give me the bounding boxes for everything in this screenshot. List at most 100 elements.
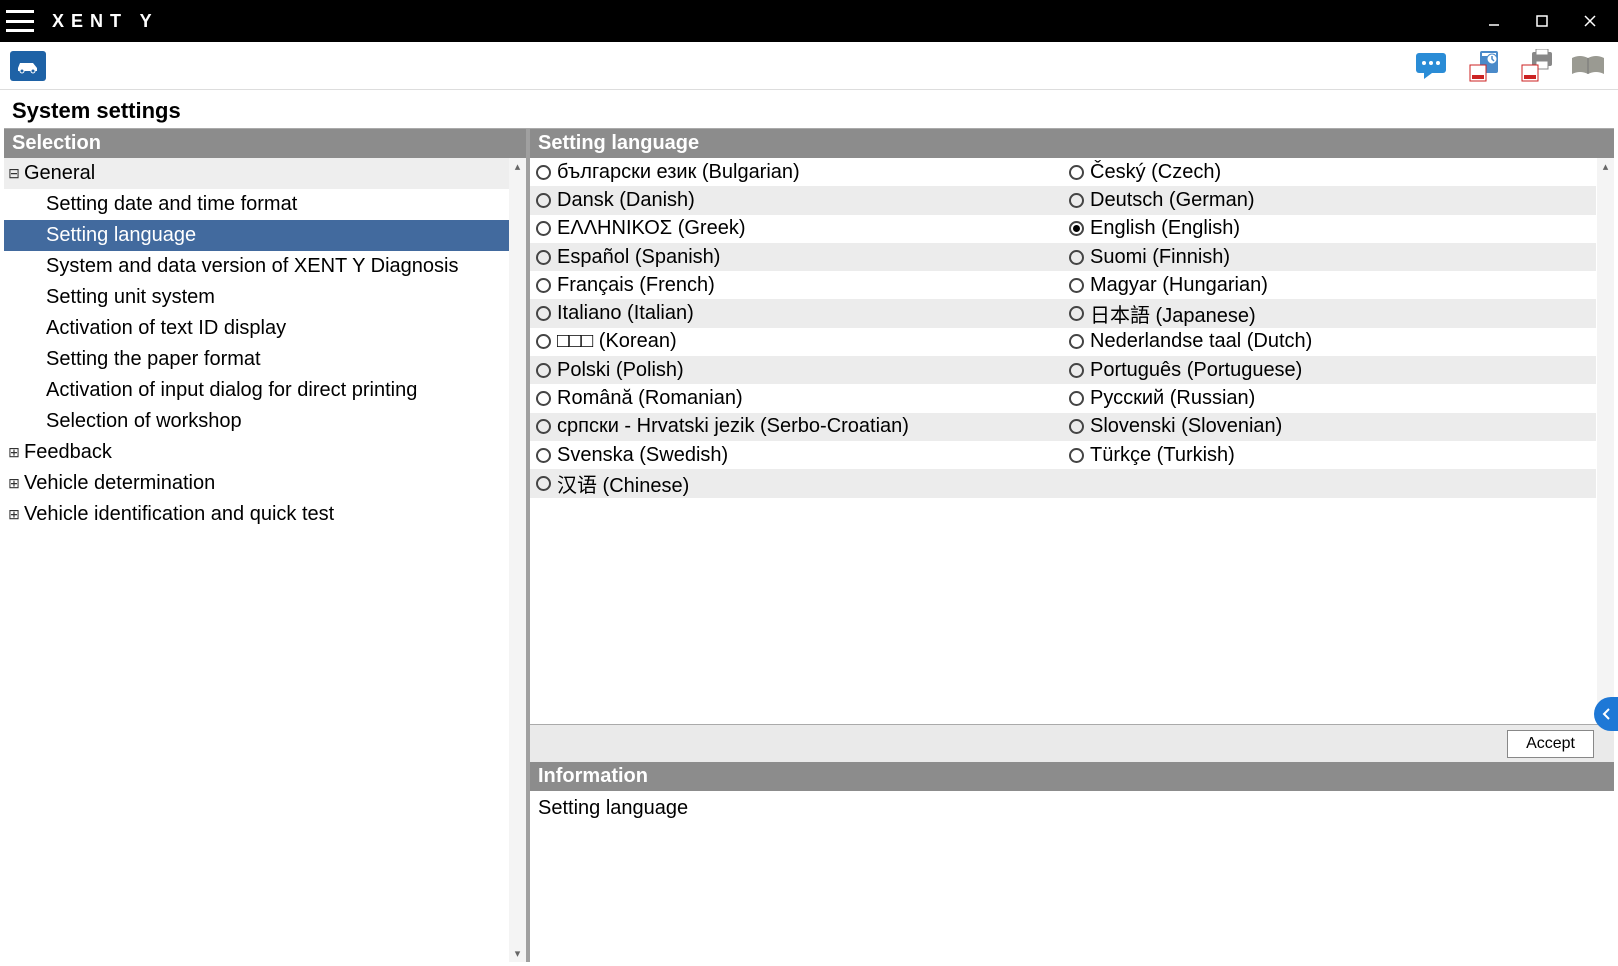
tree-item[interactable]: ⊟General — [4, 158, 526, 189]
language-option[interactable]: 汉语 (Chinese) — [530, 469, 1063, 497]
radio-icon[interactable] — [536, 306, 551, 321]
radio-icon[interactable] — [536, 165, 551, 180]
language-option[interactable]: Türkçe (Turkish) — [1063, 441, 1596, 469]
tree-subitem[interactable]: Setting language — [4, 220, 526, 251]
selection-panel: Selection ▴ ▾ ⊟GeneralSetting date and t… — [4, 129, 530, 962]
radio-icon[interactable] — [1069, 250, 1084, 265]
language-option[interactable]: Español (Spanish) — [530, 243, 1063, 271]
language-grid: български език (Bulgarian)Český (Czech)D… — [530, 158, 1614, 724]
maximize-button[interactable] — [1528, 7, 1556, 35]
close-button[interactable] — [1576, 7, 1604, 35]
radio-icon[interactable] — [1069, 193, 1084, 208]
radio-icon[interactable] — [536, 193, 551, 208]
language-label: Svenska (Swedish) — [557, 444, 728, 467]
language-label: Český (Czech) — [1090, 161, 1221, 184]
radio-icon[interactable] — [1069, 306, 1084, 321]
language-option[interactable]: Deutsch (German) — [1063, 186, 1596, 214]
tree-subitem[interactable]: Activation of input dialog for direct pr… — [4, 375, 526, 406]
radio-icon[interactable] — [1069, 334, 1084, 349]
tree-item-label: General — [24, 160, 95, 187]
radio-icon[interactable] — [536, 448, 551, 463]
language-option[interactable]: □□□ (Korean) — [530, 328, 1063, 356]
scroll-down-icon[interactable]: ▾ — [509, 945, 526, 962]
radio-icon[interactable] — [1069, 363, 1084, 378]
expand-icon[interactable]: ⊞ — [8, 439, 20, 466]
radio-icon[interactable] — [536, 250, 551, 265]
language-label: 汉语 (Chinese) — [557, 469, 689, 498]
radio-icon[interactable] — [1069, 448, 1084, 463]
language-header: Setting language — [530, 129, 1614, 158]
tree-item-label: Selection of workshop — [46, 408, 242, 435]
tree-subitem[interactable]: Selection of workshop — [4, 406, 526, 437]
language-option[interactable]: Český (Czech) — [1063, 158, 1596, 186]
tree-subitem[interactable]: Setting the paper format — [4, 344, 526, 375]
tree-item[interactable]: ⊞Vehicle determination — [4, 468, 526, 499]
accept-button[interactable]: Accept — [1507, 730, 1594, 758]
language-option[interactable]: Italiano (Italian) — [530, 299, 1063, 327]
main-split: Selection ▴ ▾ ⊟GeneralSetting date and t… — [4, 128, 1614, 962]
radio-icon[interactable] — [536, 221, 551, 236]
radio-icon[interactable] — [536, 391, 551, 406]
pdf-print-icon[interactable] — [1516, 48, 1556, 84]
pdf-history-icon[interactable] — [1464, 48, 1504, 84]
radio-icon[interactable] — [1069, 165, 1084, 180]
expand-icon[interactable]: ⊞ — [8, 470, 20, 497]
language-option[interactable]: Nederlandse taal (Dutch) — [1063, 328, 1596, 356]
language-label: български език (Bulgarian) — [557, 161, 800, 184]
tree-subitem[interactable]: System and data version of XENT Y Diagno… — [4, 251, 526, 282]
tree-item-label: Setting the paper format — [46, 346, 261, 373]
radio-icon[interactable] — [536, 476, 551, 491]
radio-icon[interactable] — [1069, 221, 1084, 236]
language-option[interactable]: български език (Bulgarian) — [530, 158, 1063, 186]
tree-item[interactable]: ⊞Vehicle identification and quick test — [4, 499, 526, 530]
collapse-icon[interactable]: ⊟ — [8, 160, 20, 187]
tree-item-label: Activation of input dialog for direct pr… — [46, 377, 417, 404]
language-option[interactable]: Русский (Russian) — [1063, 384, 1596, 412]
language-label: Nederlandse taal (Dutch) — [1090, 330, 1312, 353]
language-label: Español (Spanish) — [557, 246, 720, 269]
language-option[interactable]: Magyar (Hungarian) — [1063, 271, 1596, 299]
language-label: Français (French) — [557, 274, 715, 297]
tree-subitem[interactable]: Setting date and time format — [4, 189, 526, 220]
tree-scrollbar[interactable]: ▴ ▾ — [509, 158, 526, 962]
radio-icon[interactable] — [536, 363, 551, 378]
language-option[interactable]: Svenska (Swedish) — [530, 441, 1063, 469]
language-option[interactable]: Suomi (Finnish) — [1063, 243, 1596, 271]
radio-icon[interactable] — [536, 334, 551, 349]
language-label: Polski (Polish) — [557, 359, 684, 382]
page-title: System settings — [0, 90, 1618, 128]
scroll-up-icon[interactable]: ▴ — [509, 158, 526, 175]
hamburger-menu-icon[interactable] — [6, 10, 34, 32]
tree-item[interactable]: ⊞Feedback — [4, 437, 526, 468]
language-option[interactable]: 日本語 (Japanese) — [1063, 299, 1596, 327]
language-option[interactable]: српски - Hrvatski jezik (Serbo-Croatian) — [530, 413, 1063, 441]
language-option[interactable]: Slovenski (Slovenian) — [1063, 413, 1596, 441]
language-option[interactable]: Dansk (Danish) — [530, 186, 1063, 214]
language-option[interactable]: Português (Portuguese) — [1063, 356, 1596, 384]
tree-subitem[interactable]: Activation of text ID display — [4, 313, 526, 344]
language-option[interactable]: Polski (Polish) — [530, 356, 1063, 384]
radio-icon[interactable] — [536, 419, 551, 434]
vehicle-icon[interactable] — [10, 51, 46, 81]
tree-subitem[interactable]: Setting unit system — [4, 282, 526, 313]
titlebar: XENT Y — [0, 0, 1618, 42]
minimize-button[interactable] — [1480, 7, 1508, 35]
language-option[interactable]: Français (French) — [530, 271, 1063, 299]
language-label: Magyar (Hungarian) — [1090, 274, 1268, 297]
expand-icon[interactable]: ⊞ — [8, 501, 20, 528]
language-option[interactable]: ΕΛΛΗΝΙΚΟΣ (Greek) — [530, 215, 1063, 243]
radio-icon[interactable] — [1069, 278, 1084, 293]
language-option[interactable]: Română (Romanian) — [530, 384, 1063, 412]
book-icon[interactable] — [1568, 48, 1608, 84]
radio-icon[interactable] — [536, 278, 551, 293]
radio-icon[interactable] — [1069, 419, 1084, 434]
language-label: српски - Hrvatski jezik (Serbo-Croatian) — [557, 415, 909, 438]
chat-icon[interactable] — [1412, 48, 1452, 84]
language-scrollbar[interactable]: ▴ ▾ — [1597, 158, 1614, 724]
scroll-up-icon[interactable]: ▴ — [1597, 158, 1614, 175]
language-label: Русский (Russian) — [1090, 387, 1255, 410]
radio-icon[interactable] — [1069, 391, 1084, 406]
language-option[interactable]: English (English) — [1063, 215, 1596, 243]
accept-bar: Accept — [530, 724, 1614, 762]
tree-item-label: Setting language — [46, 222, 196, 249]
